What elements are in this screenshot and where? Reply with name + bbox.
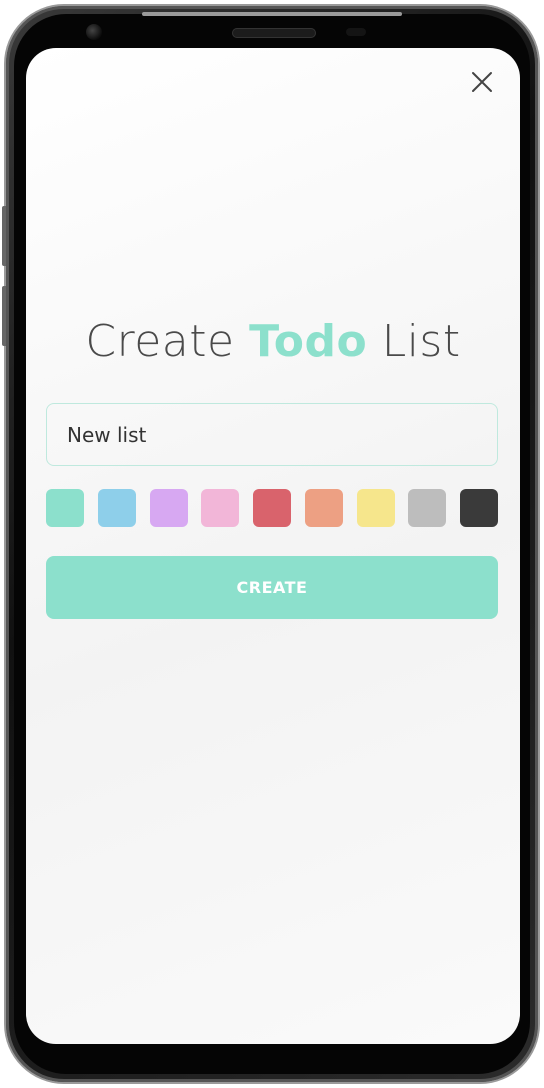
color-swatch-black[interactable] (460, 489, 498, 527)
list-name-input[interactable] (46, 403, 498, 466)
color-swatch-blue[interactable] (97, 489, 136, 527)
color-swatch-gray[interactable] (408, 489, 447, 527)
color-swatch-teal[interactable] (46, 489, 84, 527)
volume-down-button (2, 286, 6, 346)
earpiece-speaker (232, 28, 316, 38)
title-suffix: List (367, 316, 461, 367)
volume-up-button (2, 206, 6, 266)
color-swatch-pink[interactable] (201, 489, 240, 527)
camera-icon (86, 24, 102, 40)
color-swatch-yellow[interactable] (356, 489, 395, 527)
create-button[interactable]: CREATE (46, 556, 498, 619)
proximity-sensor (346, 28, 366, 36)
top-edge (142, 12, 402, 16)
title-prefix: Create (85, 316, 250, 367)
app-screen: Create Todo List CREATE (26, 48, 520, 1044)
color-swatch-purple[interactable] (149, 489, 188, 527)
page-title: Create Todo List (26, 316, 520, 367)
color-swatch-orange[interactable] (304, 489, 343, 527)
color-picker (46, 489, 498, 527)
color-swatch-red[interactable] (253, 489, 291, 527)
close-icon[interactable] (470, 70, 494, 94)
title-accent: Todo (249, 316, 368, 367)
